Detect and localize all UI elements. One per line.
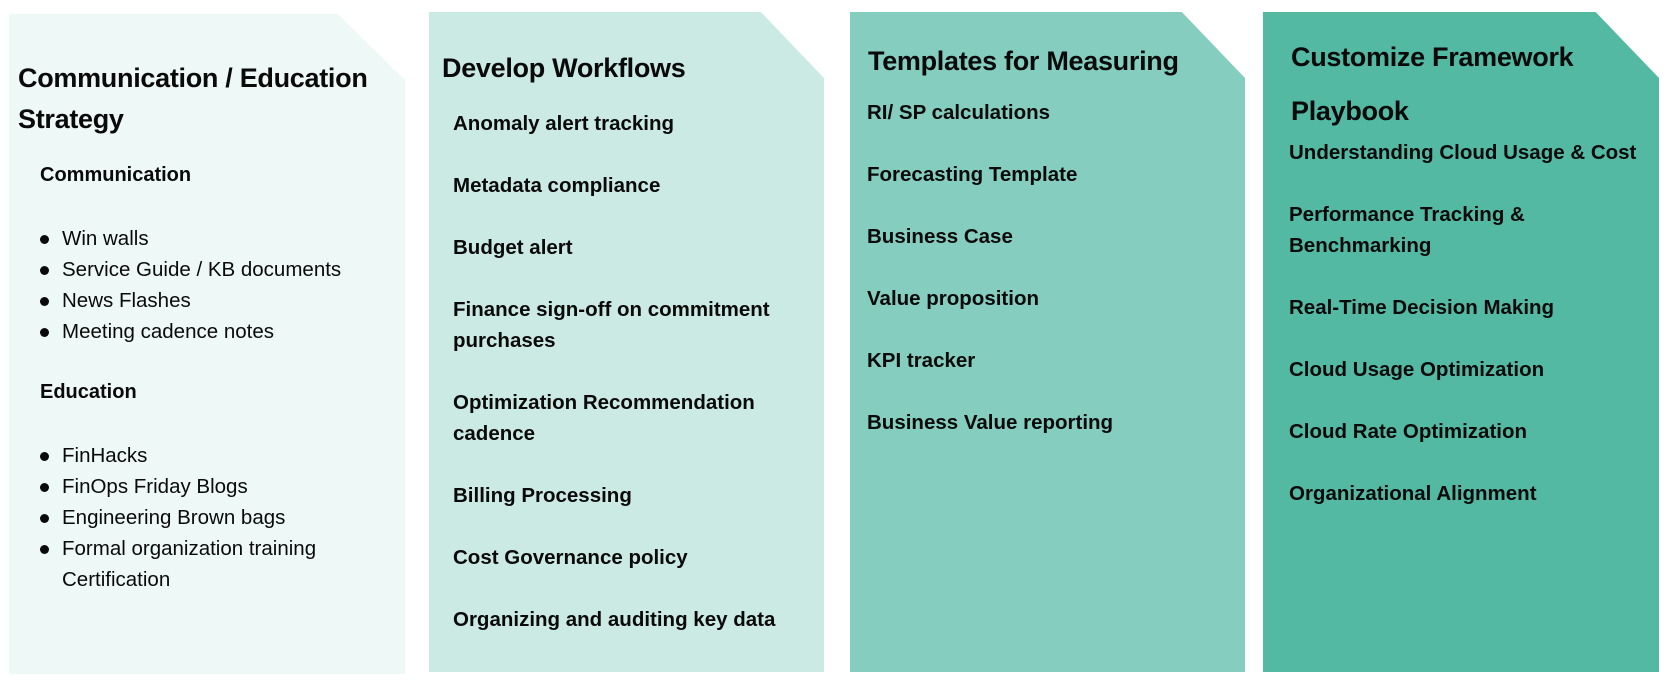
panel-customize-framework-playbook: Customize Framework Playbook Understandi… [1263,12,1659,672]
list-item: News Flashes [40,285,380,316]
panel-communication-education: Communication / Education Strategy Commu… [9,14,405,674]
list-item: Performance Tracking & Benchmarking [1289,203,1525,257]
panel-title: Develop Workflows [442,53,686,83]
list-item: KPI tracker [867,349,976,372]
list-item: Budget alert [453,236,573,259]
list-item: Business Value reporting [867,411,1114,434]
list-item: FinOps Friday Blogs [40,471,340,502]
education-list: FinHacks FinOps Friday Blogs Engineering… [40,440,340,595]
communication-list: Win walls Service Guide / KB documents N… [40,223,380,347]
list-item: Organizational Alignment [1289,482,1537,505]
list-item: Cloud Rate Optimization [1289,420,1528,443]
list-item: Cloud Usage Optimization [1289,358,1545,381]
list-item: Optimization Recommendation cadence [453,391,755,445]
panel-title: Templates for Measuring [868,46,1179,76]
list-item: Service Guide / KB documents [40,254,380,285]
list-item: Metadata compliance [453,174,661,197]
list-item: FinHacks [40,440,340,471]
list-item: Understanding Cloud Usage & Cost [1289,141,1637,164]
list-item: Value proposition [867,287,1039,310]
list-item: Business Case [867,225,1013,248]
list-item: Finance sign-off on commitment purchases [453,298,770,352]
panel-templates-for-measuring: Templates for Measuring RI/ SP calculati… [850,12,1245,672]
list-item: Meeting cadence notes [40,316,380,347]
section-heading-communication: Communication [40,164,192,186]
list-item: Forecasting Template [867,163,1078,186]
list-item: Engineering Brown bags [40,502,340,533]
list-item: Real-Time Decision Making [1289,296,1555,319]
list-item: RI/ SP calculations [867,101,1051,124]
list-item: Formal organization training Certificati… [40,533,340,595]
panel-title: Customize Framework Playbook [1291,42,1574,126]
list-item: Cost Governance policy [453,546,688,569]
panel-develop-workflows: Develop Workflows Anomaly alert tracking… [429,12,824,672]
list-item: Organizing and auditing key data [453,608,776,631]
section-heading-education: Education [40,381,137,403]
panel-title: Communication / Education Strategy [18,63,368,134]
list-item: Anomaly alert tracking [453,112,675,135]
list-item: Billing Processing [453,484,632,507]
list-item: Win walls [40,223,380,254]
